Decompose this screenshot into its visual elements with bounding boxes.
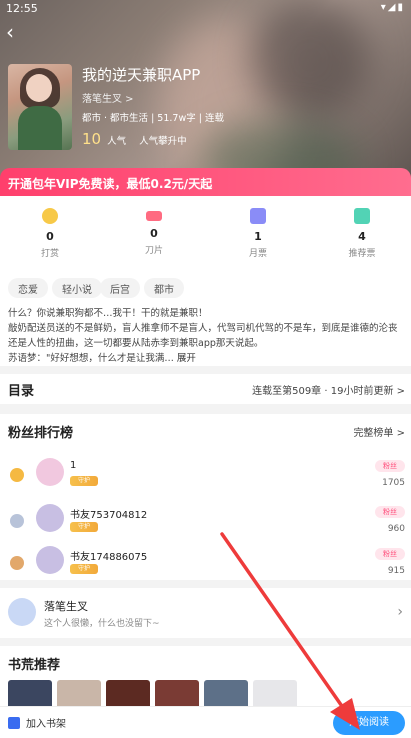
status-icons: ▾◢▮ — [380, 2, 405, 13]
recommend-book-cover[interactable] — [57, 680, 101, 706]
recommend-book-cover[interactable] — [106, 680, 150, 706]
fan-ranking-title: 粉丝排行榜 — [8, 426, 74, 441]
book-description[interactable]: 什么？你说兼职狗都不…我干！干的就是兼职！ 敲奶配送员送的不是鲜奶，盲人推拿师不… — [0, 300, 411, 366]
recommendations: 书荒推荐 — [0, 646, 411, 706]
tag-item[interactable]: 都市 — [144, 278, 184, 298]
fan-row[interactable]: 1 守护 粉丝 1705 — [0, 456, 411, 496]
popularity-trend: 人气攀升中 — [139, 136, 187, 147]
tag-list: 恋爱 轻小说 后宫 都市 — [0, 270, 411, 300]
bottom-bar: 加入书架 开始阅读 — [0, 706, 411, 738]
toc-title: 目录 — [8, 384, 35, 399]
stat-recommend-ticket[interactable]: 4 推荐票 — [322, 208, 402, 259]
fan-score: 1705 — [382, 478, 405, 488]
fan-score: 915 — [387, 566, 405, 576]
description-line: 什么？你说兼职狗都不…我干！干的就是兼职！ — [8, 308, 208, 319]
fan-score: 960 — [387, 524, 405, 534]
fan-badge: 粉丝 — [375, 506, 405, 518]
avatar — [36, 458, 64, 486]
recommend-book-cover[interactable] — [253, 680, 297, 706]
stat-tip[interactable]: 0 打赏 — [10, 208, 90, 259]
stats-panel: 0 打赏 0 刀片 1 月票 4 推荐票 — [0, 196, 411, 270]
recommend-book-cover[interactable] — [204, 680, 248, 706]
fan-name: 书友753704812 — [70, 510, 148, 521]
vip-banner[interactable]: 开通包年VIP免费读，最低0.2元/天起 — [0, 168, 411, 196]
stat-label: 推荐票 — [348, 249, 376, 259]
fan-badge: 粉丝 — [375, 460, 405, 472]
fan-badge: 粉丝 — [375, 548, 405, 560]
stat-value: 1 — [254, 230, 262, 243]
fan-row[interactable]: 书友753704812 守护 粉丝 960 — [0, 502, 411, 542]
expand-link[interactable]: 展开 — [177, 353, 196, 364]
guard-badge: 守护 — [70, 476, 98, 486]
silver-medal-icon — [10, 514, 24, 528]
fan-row[interactable]: 书友174886075 守护 粉丝 915 — [0, 544, 411, 584]
stat-label: 月票 — [248, 249, 267, 259]
tag-item[interactable]: 轻小说 — [52, 278, 102, 298]
recommend-icon — [354, 208, 370, 224]
guard-badge: 守护 — [70, 564, 98, 574]
gold-medal-icon — [10, 468, 24, 482]
popularity-label: 人气 — [107, 136, 127, 147]
stat-value: 0 — [150, 227, 158, 240]
avatar — [36, 546, 64, 574]
add-to-shelf-label: 加入书架 — [26, 719, 66, 730]
guard-badge: 守护 — [70, 522, 98, 532]
recommend-book-cover[interactable] — [8, 680, 52, 706]
coin-icon — [42, 208, 58, 224]
stat-label: 打赏 — [40, 249, 59, 259]
book-title: 我的逆天兼职APP — [82, 66, 201, 84]
tag-item[interactable]: 恋爱 — [8, 278, 48, 298]
description-line: 敲奶配送员送的不是鲜奶，盲人推拿师不是盲人，代驾司机代驾的不是车，到底是谁德的沦… — [8, 323, 398, 349]
author-name: 落笔生叉 — [44, 600, 88, 613]
book-cover — [8, 64, 72, 150]
bronze-medal-icon — [10, 556, 24, 570]
book-author-link[interactable]: 落笔生叉 > — [82, 90, 134, 105]
table-of-contents-row[interactable]: 目录 连载至第509章 · 19小时前更新 > — [0, 374, 411, 404]
fan-name: 书友174886075 — [70, 552, 148, 563]
stat-blade[interactable]: 0 刀片 — [114, 208, 194, 256]
stat-label: 刀片 — [144, 246, 163, 256]
chevron-right-icon: › — [397, 604, 403, 620]
popularity-value: 10 — [82, 130, 102, 148]
full-ranking-link[interactable]: 完整榜单 > — [353, 424, 405, 439]
stat-value: 0 — [46, 230, 54, 243]
author-signature: 这个人很懒，什么也没留下~ — [44, 619, 160, 629]
fan-name: 1 — [70, 460, 77, 471]
book-meta: 都市 · 都市生活 | 51.7w字 | 连载 — [82, 113, 224, 124]
stat-value: 4 — [358, 230, 366, 243]
shelf-icon — [8, 717, 20, 729]
recommend-book-cover[interactable] — [155, 680, 199, 706]
description-line: 苏语梦："好好想想，什么才是让我满… — [8, 353, 174, 364]
author-avatar — [8, 598, 36, 626]
status-bar: 12:55 ▾◢▮ — [0, 0, 411, 18]
status-time: 12:55 — [6, 2, 38, 15]
blade-icon — [146, 211, 162, 221]
author-card[interactable]: 落笔生叉 这个人很懒，什么也没留下~ › — [0, 588, 411, 638]
popularity: 10 人气 人气攀升中 — [82, 130, 187, 148]
tag-item[interactable]: 后宫 — [100, 278, 140, 298]
recommend-title: 书荒推荐 — [8, 658, 61, 673]
add-to-shelf-button[interactable]: 加入书架 — [8, 715, 66, 730]
back-arrow-icon[interactable]: ‹ — [6, 22, 28, 44]
stat-monthly-ticket[interactable]: 1 月票 — [218, 208, 298, 259]
fan-ranking: 粉丝排行榜 完整榜单 > 1 守护 粉丝 1705 书友753704812 守护… — [0, 414, 411, 580]
start-reading-button[interactable]: 开始阅读 — [333, 711, 405, 735]
avatar — [36, 504, 64, 532]
ticket-icon — [250, 208, 266, 224]
toc-status: 连载至第509章 · 19小时前更新 > — [252, 386, 405, 397]
